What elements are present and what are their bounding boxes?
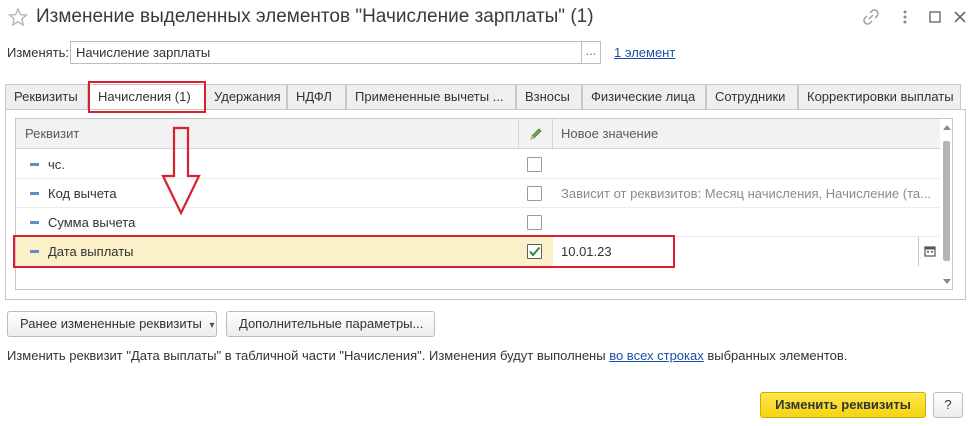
- row-label: Код вычета: [48, 186, 117, 201]
- table-row[interactable]: Код вычета Зависит от реквизитов: Месяц …: [16, 179, 940, 208]
- tab-employees[interactable]: Сотрудники: [706, 84, 798, 110]
- info-text-after: выбранных элементов.: [703, 348, 848, 363]
- tab-deductions[interactable]: Удержания: [205, 84, 287, 110]
- requisite-icon: [30, 163, 39, 166]
- header-divider: [552, 119, 553, 149]
- row-label: Сумма вычета: [48, 215, 136, 230]
- row-checkbox[interactable]: [527, 157, 542, 172]
- tab-payment-corrections[interactable]: Корректировки выплаты: [798, 84, 961, 110]
- calendar-icon: [924, 246, 936, 257]
- row-checkbox[interactable]: [527, 186, 542, 201]
- elements-count-link[interactable]: 1 элемент: [614, 45, 675, 60]
- tab-ndfl[interactable]: НДФЛ: [287, 84, 346, 110]
- change-target-field[interactable]: Начисление зарплаты: [70, 41, 582, 64]
- row-value: Зависит от реквизитов: Месяц начисления,…: [561, 186, 931, 201]
- close-icon[interactable]: [951, 8, 969, 26]
- apply-changes-button[interactable]: Изменить реквизиты: [760, 392, 926, 418]
- maximize-icon[interactable]: [926, 8, 944, 26]
- tab-individuals[interactable]: Физические лица: [582, 84, 706, 110]
- link-icon[interactable]: [862, 8, 880, 26]
- tab-applied-deductions[interactable]: Примененные вычеты ...: [346, 84, 516, 110]
- more-icon[interactable]: [896, 8, 914, 26]
- scroll-up-icon[interactable]: [943, 125, 951, 130]
- header-divider: [518, 119, 519, 149]
- help-button[interactable]: ?: [933, 392, 963, 418]
- scrollbar-thumb[interactable]: [943, 141, 950, 261]
- tab-contributions[interactable]: Взносы: [516, 84, 582, 110]
- highlight-tab-box: [88, 81, 206, 113]
- table-row[interactable]: Сумма вычета: [16, 208, 940, 237]
- previous-changed-button[interactable]: Ранее измененные реквизиты ▾: [7, 311, 217, 337]
- header-new-value[interactable]: Новое значение: [561, 119, 658, 149]
- extra-params-button[interactable]: Дополнительные параметры...: [226, 311, 435, 337]
- header-property[interactable]: Реквизит: [25, 119, 79, 149]
- info-text: Изменить реквизит "Дата выплаты" в табли…: [7, 348, 847, 363]
- pencil-icon: [530, 128, 542, 140]
- arrow-down-icon: [161, 126, 201, 216]
- requisite-icon: [30, 192, 39, 195]
- row-label: чс.: [48, 157, 65, 172]
- select-button[interactable]: ...: [582, 41, 601, 64]
- scroll-down-icon[interactable]: [943, 279, 951, 284]
- star-icon[interactable]: [8, 7, 28, 27]
- calendar-button[interactable]: [918, 237, 940, 266]
- row-checkbox[interactable]: [527, 215, 542, 230]
- requisite-icon: [30, 221, 39, 224]
- highlight-row-box: [13, 235, 675, 268]
- change-label: Изменять:: [7, 45, 70, 60]
- tab-requisites[interactable]: Реквизиты: [5, 84, 88, 110]
- table-row[interactable]: чс.: [16, 150, 940, 179]
- info-text-before: Изменить реквизит "Дата выплаты" в табли…: [7, 348, 610, 363]
- previous-changed-label: Ранее измененные реквизиты: [20, 316, 202, 331]
- all-rows-link[interactable]: во всех строках: [609, 348, 704, 363]
- window-title: Изменение выделенных элементов "Начислен…: [36, 6, 594, 27]
- table-header: Реквизит Новое значение: [16, 119, 952, 149]
- dropdown-arrow-icon: ▾: [209, 320, 215, 331]
